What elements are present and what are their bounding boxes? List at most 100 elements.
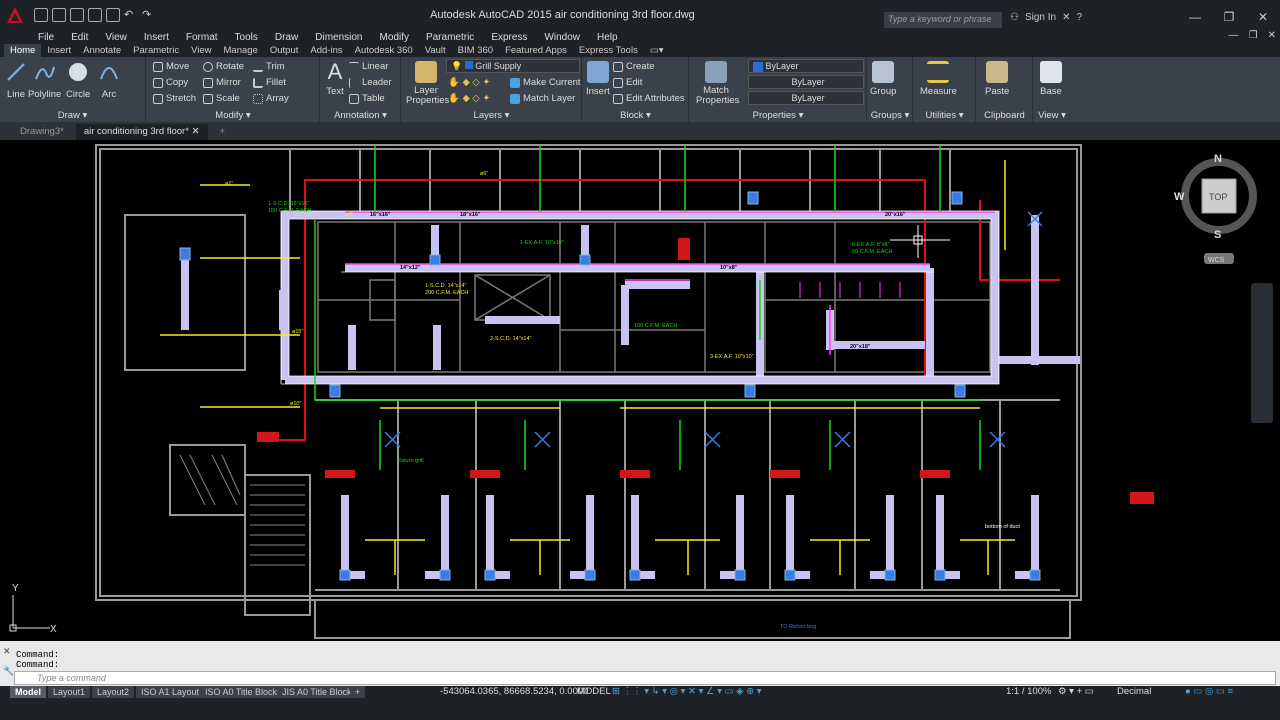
leader-button[interactable]: Leader: [349, 77, 392, 88]
fillet-button[interactable]: Fillet: [253, 77, 286, 88]
close-command-icon[interactable]: ✕: [3, 646, 11, 657]
new-icon[interactable]: [34, 8, 48, 22]
search-input[interactable]: Type a keyword or phrase: [884, 12, 1002, 28]
line-button[interactable]: Line: [5, 61, 27, 100]
annotation-scale[interactable]: 1:1 / 100%: [1006, 686, 1051, 697]
measure-button[interactable]: Measure: [920, 61, 957, 97]
user-icon[interactable]: ⚇: [1010, 12, 1019, 23]
wrench-icon[interactable]: 🔧: [3, 666, 14, 677]
insert-button[interactable]: Insert: [586, 61, 610, 97]
drawing-canvas[interactable]: 1-S.C.D. 16"x16" 150 C.F.M. EACH 1-S.C.D…: [0, 140, 1280, 641]
command-input[interactable]: Type a command: [14, 671, 1276, 685]
panel-title[interactable]: Utilities ▾: [914, 110, 975, 121]
scale-button[interactable]: Scale: [203, 93, 240, 104]
close-button[interactable]: ✕: [1246, 10, 1280, 24]
menu-dimension[interactable]: Dimension: [315, 32, 362, 43]
panel-title[interactable]: Layers ▾: [402, 110, 581, 121]
minimize-button[interactable]: —: [1178, 10, 1212, 24]
layout-tab-layout1[interactable]: Layout1: [48, 686, 92, 698]
help-icon[interactable]: ?: [1077, 12, 1083, 23]
panel-title[interactable]: Draw ▾: [0, 110, 145, 121]
tab-addins[interactable]: Add-ins: [304, 44, 348, 57]
ribbon-options-icon[interactable]: ▭▾: [644, 44, 670, 57]
new-tab-button[interactable]: +: [211, 124, 234, 140]
open-icon[interactable]: [52, 8, 66, 22]
tab-insert[interactable]: Insert: [41, 44, 77, 57]
layout-tab-jis-a0[interactable]: JIS A0 Title Block: [277, 686, 358, 698]
panel-title[interactable]: Annotation ▾: [321, 110, 400, 121]
panel-title[interactable]: Groups ▾: [868, 110, 912, 121]
doc-tab-air-conditioning[interactable]: air conditioning 3rd floor* ✕: [75, 124, 208, 140]
menu-draw[interactable]: Draw: [275, 32, 298, 43]
create-block-button[interactable]: Create: [613, 61, 655, 72]
stretch-button[interactable]: Stretch: [153, 93, 196, 104]
table-button[interactable]: Table: [349, 93, 385, 104]
layer-tools-row1[interactable]: ✋ ◆ ◇ ✦: [448, 77, 490, 88]
tab-vault[interactable]: Vault: [419, 44, 452, 57]
tab-autodesk360[interactable]: Autodesk 360: [349, 44, 419, 57]
linetype-dropdown[interactable]: ByLayer: [748, 75, 864, 89]
edit-attributes-button[interactable]: Edit Attributes: [613, 93, 685, 104]
tab-output[interactable]: Output: [264, 44, 305, 57]
new-layout-button[interactable]: +: [350, 686, 367, 698]
menu-parametric[interactable]: Parametric: [426, 32, 474, 43]
make-current-button[interactable]: Make Current: [510, 77, 581, 88]
tab-express-tools[interactable]: Express Tools: [573, 44, 644, 57]
save-as-icon[interactable]: [88, 8, 102, 22]
linear-button[interactable]: Linear: [349, 61, 388, 72]
polyline-button[interactable]: Polyline: [28, 61, 61, 100]
lineweight-dropdown[interactable]: ByLayer: [748, 91, 864, 105]
doc-close-button[interactable]: ✕: [1268, 30, 1276, 41]
print-icon[interactable]: [106, 8, 120, 22]
layer-dropdown[interactable]: 💡 Grill Supply: [446, 59, 580, 73]
menu-insert[interactable]: Insert: [144, 32, 169, 43]
panel-title[interactable]: View ▾: [1034, 110, 1070, 121]
tab-home[interactable]: Home: [4, 44, 42, 57]
menu-tools[interactable]: Tools: [235, 32, 258, 43]
doc-tab-drawing3[interactable]: Drawing3*: [12, 124, 72, 140]
menu-help[interactable]: Help: [597, 32, 618, 43]
match-properties-button[interactable]: Match Properties: [696, 61, 739, 106]
tab-manage[interactable]: Manage: [218, 44, 264, 57]
paste-button[interactable]: Paste: [985, 61, 1009, 97]
copy-button[interactable]: Copy: [153, 77, 188, 88]
model-space-button[interactable]: MODEL: [577, 686, 611, 697]
mirror-button[interactable]: Mirror: [203, 77, 241, 88]
panel-title[interactable]: Properties ▾: [690, 110, 866, 121]
group-button[interactable]: Group: [870, 61, 896, 97]
panel-title[interactable]: Modify ▾: [147, 110, 319, 121]
panel-title[interactable]: Clipboard: [977, 110, 1032, 121]
gear-icon[interactable]: ⚙ ▾ + ▭: [1058, 686, 1094, 697]
arc-button[interactable]: Arc: [98, 61, 120, 100]
menu-file[interactable]: File: [38, 32, 54, 43]
layout-tab-model[interactable]: Model: [10, 686, 47, 698]
edit-block-button[interactable]: Edit: [613, 77, 642, 88]
layer-tools-row2[interactable]: ✋ ◆ ◇ ✦: [448, 93, 490, 104]
color-dropdown[interactable]: ByLayer: [748, 59, 864, 73]
match-layer-button[interactable]: Match Layer: [510, 93, 575, 104]
coordinates-readout[interactable]: -543064.0365, 86668.5234, 0.0000: [440, 686, 588, 697]
menu-edit[interactable]: Edit: [71, 32, 88, 43]
navigation-bar[interactable]: [1251, 283, 1273, 423]
tab-view[interactable]: View: [185, 44, 217, 57]
menu-view[interactable]: View: [105, 32, 127, 43]
layout-tab-iso-a0[interactable]: ISO A0 Title Block: [200, 686, 284, 698]
units-dropdown[interactable]: Decimal: [1117, 686, 1151, 697]
autocad-logo-icon[interactable]: [0, 0, 30, 30]
exchange-icon[interactable]: ✕: [1062, 12, 1070, 23]
doc-minimize-button[interactable]: —: [1229, 30, 1239, 41]
maximize-button[interactable]: ❐: [1212, 10, 1246, 24]
undo-icon[interactable]: ↶: [124, 8, 138, 22]
base-button[interactable]: Base: [1040, 61, 1062, 97]
panel-title[interactable]: Block ▾: [583, 110, 688, 121]
layout-tab-iso-a1[interactable]: ISO A1 Layout: [136, 686, 206, 698]
text-button[interactable]: A Text: [324, 61, 346, 98]
move-button[interactable]: Move: [153, 61, 189, 72]
array-button[interactable]: Array: [253, 93, 289, 104]
viewcube[interactable]: TOP N S W WCS: [1170, 150, 1270, 275]
signin-button[interactable]: Sign In: [1025, 12, 1056, 23]
drafting-tools-icons[interactable]: ⊞ ⋮⋮ ▾ ↳ ▾ ◎ ▾ ✕ ▾ ∠ ▾ ▭ ◈ ⊕ ▾: [612, 686, 762, 697]
status-tray-icons[interactable]: ● ▭ ◎ ▭ ≡: [1185, 686, 1233, 697]
redo-icon[interactable]: ↷: [142, 8, 156, 22]
layer-properties-button[interactable]: Layer Properties: [406, 61, 449, 106]
